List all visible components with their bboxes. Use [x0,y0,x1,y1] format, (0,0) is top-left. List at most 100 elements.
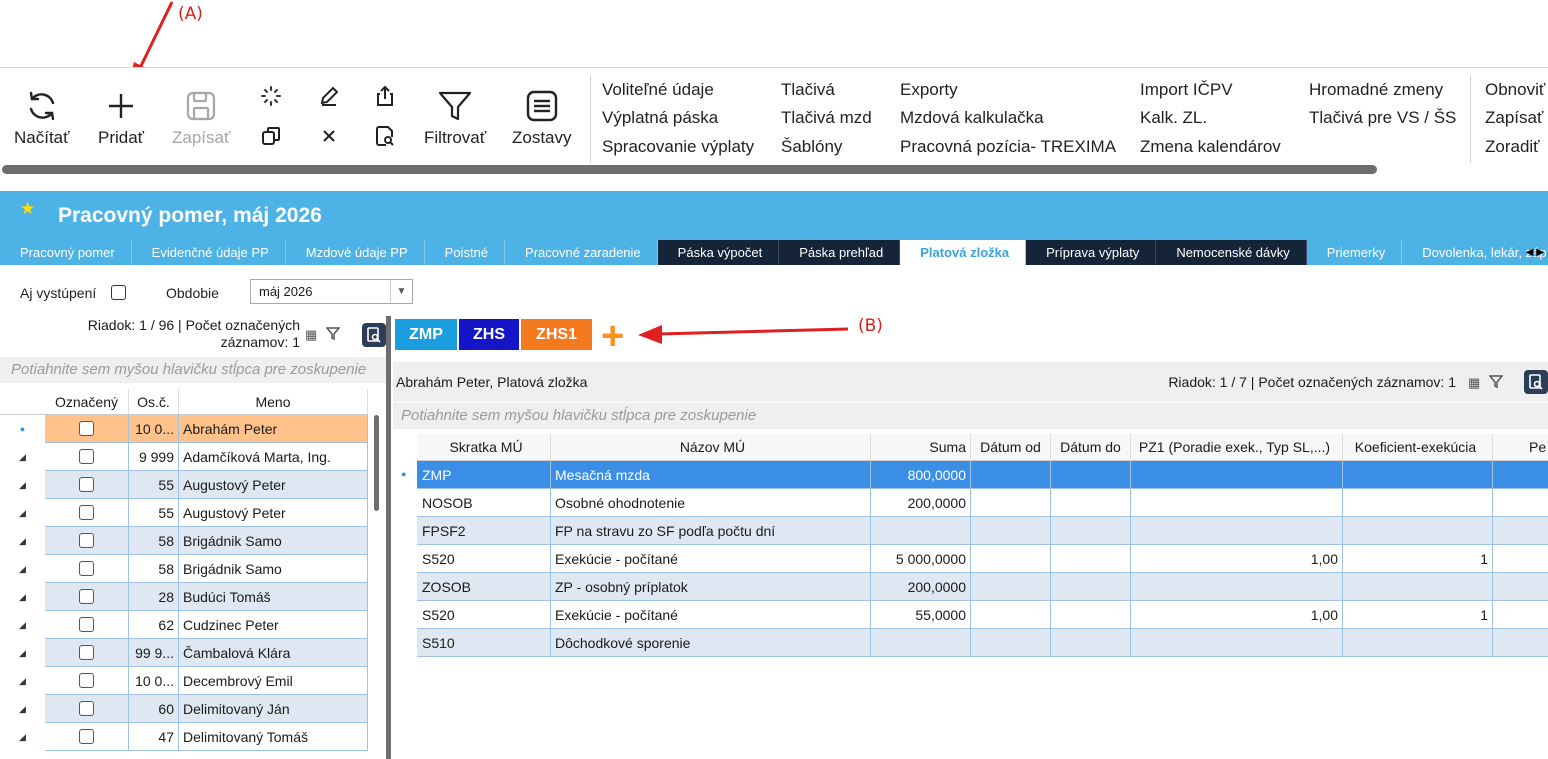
table-row[interactable]: S520 Exekúcie - počítané 5 000,0000 1,00 1 [417,545,1548,573]
tab-evidencne-udaje[interactable]: Evidenčné údaje PP [132,240,286,265]
ribbon-link-volitelne-udaje[interactable]: Voliteľné údaje [602,80,714,100]
component-chip-zmp[interactable]: ZMP [395,319,457,350]
tab-priprava-vyplaty[interactable]: Príprava výplaty [1026,240,1157,265]
tab-scroll-arrows-icon[interactable]: ◀ ▶ [1526,247,1544,258]
ribbon-link-kalk-zl[interactable]: Kalk. ZL. [1140,108,1207,128]
row-checkbox[interactable] [79,589,94,604]
tab-nemocenske-davky[interactable]: Nemocenské dávky [1156,240,1307,265]
row-checkbox-cell[interactable] [45,723,129,751]
ribbon-link-pracovna-pozicia[interactable]: Pracovná pozícia- TREXIMA [900,137,1116,157]
ribbon-link-tlaciva-vs-ss[interactable]: Tlačivá pre VS / ŠS [1309,108,1456,128]
table-row[interactable]: ◢ 55 Augustový Peter [0,499,368,527]
row-checkbox-cell[interactable] [45,667,129,695]
col-pz1[interactable]: PZ1 (Poradie exek., Typ SL,...) [1131,434,1343,461]
left-grid-scrollbar[interactable] [374,415,379,511]
ribbon-link-import-icpv[interactable]: Import IČPV [1140,80,1233,100]
col-nazov[interactable]: Názov MÚ [551,434,871,461]
row-checkbox-cell[interactable] [45,499,129,527]
left-group-hint[interactable]: Potiahnite sem myšou hlavičku stĺpca pre… [0,357,386,383]
zostavy-button[interactable]: Zostavy [512,86,572,148]
table-row[interactable]: S510 Dôchodkové sporenie [417,629,1548,657]
row-checkbox[interactable] [79,729,94,744]
table-row[interactable]: ◢ 10 0... Decembrový Emil [0,667,368,695]
copy-icon[interactable] [258,123,284,149]
col-skratka[interactable]: Skratka MÚ [417,434,551,461]
table-row[interactable]: ◢ 60 Delimitovaný Ján [0,695,368,723]
component-chip-zhs[interactable]: ZHS [459,319,519,350]
table-row[interactable]: ◢ 55 Augustový Peter [0,471,368,499]
grid-filter-icon[interactable] [325,326,341,343]
col-osc[interactable]: Os.č. [129,389,179,414]
ribbon-link-spracovanie-vyplaty[interactable]: Spracovanie výplaty [602,137,754,157]
tab-priemerky[interactable]: Priemerky [1307,240,1403,265]
grid-settings-icon[interactable]: ▦ [1468,375,1480,391]
add-component-button[interactable]: + [601,316,624,356]
tab-pracovny-pomer[interactable]: Pracovný pomer [0,240,132,265]
row-checkbox-cell[interactable] [45,527,129,555]
row-checkbox-cell[interactable] [45,583,129,611]
filtrovat-button[interactable]: Filtrovať [424,86,486,148]
ribbon-link-mzdova-kalkulacka[interactable]: Mzdová kalkulačka [900,108,1044,128]
row-checkbox[interactable] [79,561,94,576]
tab-paska-prehlad[interactable]: Páska prehľad [779,240,901,265]
ribbon-link-zoradit[interactable]: Zoradiť [1485,137,1540,157]
row-checkbox-cell[interactable] [45,611,129,639]
ribbon-link-obnovit[interactable]: Obnoviť [1485,80,1545,100]
grid-filter-icon[interactable] [1488,374,1504,391]
nacitat-button[interactable]: Načítať [14,86,70,148]
row-checkbox[interactable] [79,449,94,464]
row-checkbox[interactable] [79,533,94,548]
table-row[interactable]: ◢ 28 Budúci Tomáš [0,583,368,611]
row-checkbox[interactable] [79,421,94,436]
col-datum-do[interactable]: Dátum do [1051,434,1131,461]
edit-icon[interactable] [316,83,342,109]
table-row[interactable]: ◢ 99 9... Čambalová Klára [0,639,368,667]
right-search-button[interactable] [1524,370,1548,394]
tab-poistne[interactable]: Poistné [425,240,506,265]
aj-vystupeni-checkbox[interactable] [111,285,126,300]
panel-splitter[interactable] [386,316,391,759]
share-icon[interactable] [372,83,398,109]
tab-mzdove-udaje[interactable]: Mzdové údaje PP [286,240,425,265]
col-oznaceny[interactable]: Označený [45,389,129,414]
ribbon-link-tlaciva[interactable]: Tlačivá [781,80,835,100]
row-checkbox[interactable] [79,673,94,688]
col-suma[interactable]: Suma [871,434,971,461]
close-icon[interactable] [316,123,342,149]
col-pe[interactable]: Pe [1493,434,1548,461]
ribbon-scrollbar[interactable] [2,165,1377,174]
row-checkbox[interactable] [79,701,94,716]
ribbon-link-zapisat[interactable]: Zapísať [1485,108,1543,128]
ribbon-link-hromadne-zmeny[interactable]: Hromadné zmeny [1309,80,1443,100]
row-checkbox-cell[interactable] [45,639,129,667]
table-row[interactable]: ◢ 9 999 Adamčíková Marta, Ing. [0,443,368,471]
ribbon-link-exporty[interactable]: Exporty [900,80,958,100]
table-row[interactable]: ◢ 58 Brigádnik Samo [0,527,368,555]
document-search-icon[interactable] [372,123,398,149]
row-checkbox[interactable] [79,477,94,492]
zapisat-button[interactable]: Zapísať [172,86,230,148]
tab-pracovne-zaradenie[interactable]: Pracovné zaradenie [505,240,658,265]
component-chip-zhs1[interactable]: ZHS1 [521,319,592,350]
table-row[interactable]: FPSF2 FP na stravu zo SF podľa počtu dní [417,517,1548,545]
favorite-star-icon[interactable]: ★ [20,199,35,219]
row-checkbox-cell[interactable] [45,695,129,723]
table-row[interactable]: S520 Exekúcie - počítané 55,0000 1,00 1 [417,601,1548,629]
ribbon-link-tlaciva-mzd[interactable]: Tlačivá mzd [781,108,872,128]
pridat-button[interactable]: Pridať [98,86,144,148]
left-search-button[interactable] [362,323,386,347]
row-checkbox-cell[interactable] [45,443,129,471]
row-checkbox[interactable] [79,617,94,632]
grid-settings-icon[interactable]: ▦ [305,327,317,343]
table-row[interactable]: ◢ 58 Brigádnik Samo [0,555,368,583]
table-row[interactable]: ◢ 47 Delimitovaný Tomáš [0,723,368,751]
right-group-hint[interactable]: Potiahnite sem myšou hlavičku stĺpca pre… [393,403,1548,429]
col-datum-od[interactable]: Dátum od [971,434,1051,461]
table-row[interactable]: ZMP Mesačná mzda 800,0000 [417,461,1548,489]
ribbon-link-vyplatna-paska[interactable]: Výplatná páska [602,108,718,128]
ribbon-link-sablony[interactable]: Šablóny [781,137,842,157]
tab-paska-vypocet[interactable]: Páska výpočet [657,240,780,265]
table-row[interactable]: ZOSOB ZP - osobný príplatok 200,0000 [417,573,1548,601]
tab-platova-zlozka[interactable]: Platová zložka [900,240,1027,265]
col-meno[interactable]: Meno [179,389,368,414]
